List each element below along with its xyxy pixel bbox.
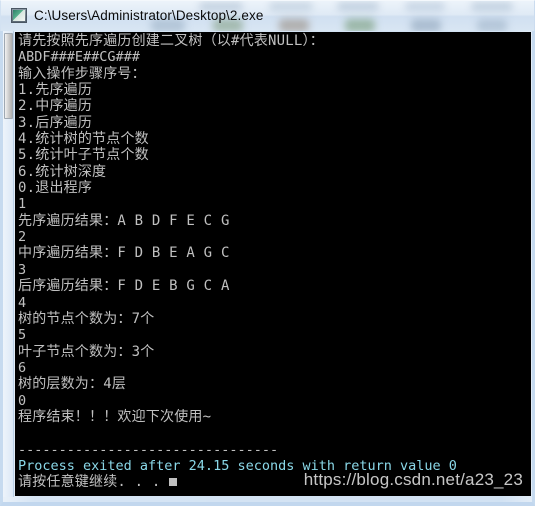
- console-text-lines: 请先按照先序遍历创建二叉树（以#代表NULL）： ABDF###E##CG### 输…: [18, 33, 531, 496]
- console-line: 6.统计树深度: [18, 163, 107, 180]
- console-line: 4: [18, 294, 27, 311]
- console-line: 1: [18, 196, 27, 213]
- console-line: 5.统计叶子节点个数: [18, 147, 149, 164]
- console-line: 输入操作步骤序号：: [18, 65, 146, 82]
- window-title: C:\Users\Administrator\Desktop\2.exe: [34, 8, 264, 23]
- console-line: 请先按照先序遍历创建二叉树（以#代表NULL）：: [18, 33, 324, 49]
- console-line: 叶子节点个数为：3个: [18, 343, 155, 360]
- console-output-area[interactable]: 请先按照先序遍历创建二叉树（以#代表NULL）： ABDF###E##CG### 输…: [15, 32, 531, 496]
- console-line: 树的层数为：4层: [18, 376, 127, 393]
- console-window-icon-glyph: [13, 10, 25, 21]
- console-line: 2: [18, 229, 27, 246]
- console-window: C:\Users\Administrator\Desktop\2.exe 请先按…: [0, 0, 535, 506]
- console-line: 5: [18, 327, 27, 344]
- console-line: 0.退出程序: [18, 180, 93, 197]
- console-line: 3.后序遍历: [18, 114, 93, 131]
- glass-blur-artifact: [411, 19, 441, 31]
- console-window-icon[interactable]: [11, 8, 27, 23]
- console-cursor: [169, 478, 178, 487]
- glass-blur-artifact: [345, 19, 375, 31]
- console-line: 4.统计树的节点个数: [18, 131, 149, 148]
- console-line: --------------------------------: [18, 441, 279, 458]
- console-line: 先序遍历结果：A B D F E C G: [18, 212, 230, 229]
- console-line: 2.中序遍历: [18, 98, 93, 115]
- csdn-watermark: https://blog.csdn.net/a23_23: [303, 470, 523, 489]
- console-line: 程序结束！！！欢迎下次使用~: [18, 408, 212, 425]
- glass-blur-artifact: [337, 2, 379, 11]
- console-line: 0: [18, 392, 27, 409]
- glass-blur-artifact: [405, 2, 445, 11]
- console-line: 后序遍历结果：F D E B G C A: [18, 278, 230, 295]
- glass-blur-artifact: [471, 2, 513, 11]
- console-scrollbar-thumb[interactable]: [4, 33, 13, 119]
- console-line: 树的节点个数为：7个: [18, 310, 155, 327]
- glass-blur-artifact: [477, 19, 507, 31]
- console-scrollbar[interactable]: [3, 31, 14, 497]
- console-line: 1.先序遍历: [18, 82, 93, 99]
- console-line: 6: [18, 359, 27, 376]
- console-line: ABDF###E##CG###: [18, 49, 140, 66]
- glass-blur-artifact: [269, 2, 313, 11]
- console-line: 3: [18, 261, 27, 278]
- glass-blur-artifact: [279, 19, 309, 31]
- window-titlebar[interactable]: C:\Users\Administrator\Desktop\2.exe: [0, 0, 535, 31]
- console-line: 中序遍历结果：F D B E A G C: [18, 245, 230, 262]
